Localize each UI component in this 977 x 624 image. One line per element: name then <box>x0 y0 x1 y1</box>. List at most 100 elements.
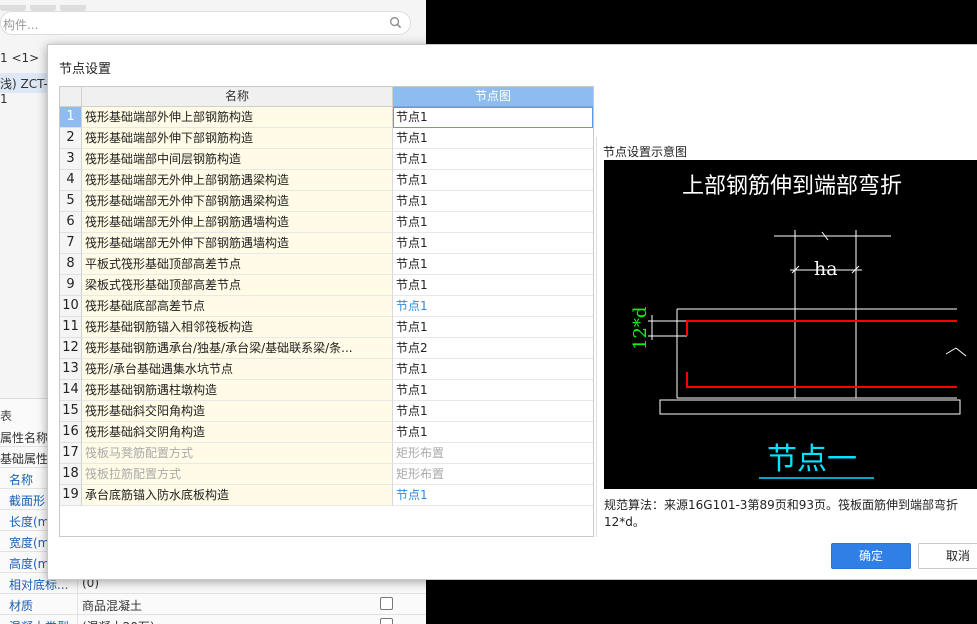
row-name-cell: 筏形基础斜交阳角构造 <box>82 401 393 422</box>
table-header: 名称 节点图 <box>60 87 593 107</box>
row-node-cell[interactable]: 节点1 <box>393 485 593 506</box>
row-name-cell: 筏形基础底部高差节点 <box>82 296 393 317</box>
row-name-cell: 筏形基础钢筋锚入相邻筏板构造 <box>82 317 393 338</box>
table-row[interactable]: 13 筏形/承台基础遇集水坑节点 节点1 <box>60 359 593 380</box>
row-node-cell[interactable]: 节点1 <box>393 275 593 296</box>
column-separator <box>77 615 78 624</box>
row-node-cell[interactable]: 矩形布置 <box>393 443 593 464</box>
table-row[interactable]: 18 筏板拉筋配置方式 矩形布置 <box>60 464 593 485</box>
row-number: 1 <box>60 107 82 128</box>
table-row[interactable]: 15 筏形基础斜交阳角构造 节点1 <box>60 401 593 422</box>
row-number: 7 <box>60 233 82 254</box>
row-number: 3 <box>60 149 82 170</box>
property-value[interactable]: 商品混凝土 <box>82 597 142 614</box>
table-row[interactable]: 8 平板式筏形基础顶部高差节点 节点1 <box>60 254 593 275</box>
table-row[interactable]: 6 筏形基础端部无外伸上部钢筋遇墙构造 节点1 <box>60 212 593 233</box>
row-node-cell[interactable]: 节点2 <box>393 338 593 359</box>
table-row[interactable]: 4 筏形基础端部无外伸上部钢筋遇梁构造 节点1 <box>60 170 593 191</box>
property-row[interactable]: 材质 商品混凝土 <box>0 594 426 615</box>
search-icon[interactable] <box>389 16 402 29</box>
table-row[interactable]: 5 筏形基础端部无外伸下部钢筋遇梁构造 节点1 <box>60 191 593 212</box>
row-node-cell[interactable]: 节点1 <box>393 380 593 401</box>
tree-item-component[interactable]: 浅) ZCT-1 <box>0 73 50 106</box>
table-row[interactable]: 7 筏形基础端部无外伸下部钢筋遇墙构造 节点1 <box>60 233 593 254</box>
table-row[interactable]: 2 筏形基础端部外伸下部钢筋构造 节点1 <box>60 128 593 149</box>
row-node-cell[interactable]: 节点1 <box>393 170 593 191</box>
row-name-cell: 筏形基础端部中间层钢筋构造 <box>82 149 393 170</box>
row-number: 9 <box>60 275 82 296</box>
table-row[interactable]: 14 筏形基础钢筋遇柱墩构造 节点1 <box>60 380 593 401</box>
row-node-cell[interactable]: 节点1 <box>393 254 593 275</box>
node-preview-diagram: 上部钢筋伸到端部弯折 ha 12*d 节点一 <box>604 160 977 489</box>
row-node-cell[interactable]: 节点1 <box>393 401 593 422</box>
table-body: 1 筏形基础端部外伸上部钢筋构造 节点1 2 筏形基础端部外伸下部钢筋构造 节点1 3 筏形基… <box>60 107 593 506</box>
property-value[interactable]: (混凝土20石) <box>82 618 155 624</box>
row-node-cell[interactable]: 节点1 <box>393 149 593 170</box>
property-panel-header: 表 <box>0 409 13 423</box>
toolbar-stubs <box>0 0 90 11</box>
table-row[interactable]: 16 筏形基础斜交阴角构造 节点1 <box>60 422 593 443</box>
row-name-cell: 筏形基础端部外伸下部钢筋构造 <box>82 128 393 149</box>
row-number: 15 <box>60 401 82 422</box>
dim-label-12d: 12*d <box>630 307 651 350</box>
node-settings-table: 名称 节点图 1 筏形基础端部外伸上部钢筋构造 节点1 2 筏形基础端部外伸下部钢筋构造… <box>59 86 594 537</box>
row-node-cell[interactable]: 节点1 <box>393 191 593 212</box>
cancel-button[interactable]: 取消 <box>918 543 977 569</box>
property-key: 宽度(m <box>9 536 50 550</box>
property-checkbox[interactable] <box>380 597 393 610</box>
rule-description: 规范算法：来源16G101-3第89页和93页。筏板面筋伸到端部弯折12*d。 <box>604 498 958 529</box>
panel-divider <box>596 137 597 537</box>
table-row[interactable]: 17 筏板马凳筋配置方式 矩形布置 <box>60 443 593 464</box>
row-node-cell[interactable]: 节点1 <box>393 212 593 233</box>
row-name-cell: 筏形基础端部无外伸下部钢筋遇墙构造 <box>82 233 393 254</box>
row-name-cell: 筏形基础钢筋遇承台/独基/承台梁/基础联系梁/条... <box>82 338 393 359</box>
ok-button[interactable]: 确定 <box>831 543 911 569</box>
row-node-cell[interactable]: 节点1 <box>393 317 593 338</box>
row-number: 18 <box>60 464 82 485</box>
row-node-cell[interactable]: 节点1 <box>393 233 593 254</box>
row-name-cell: 筏形基础端部无外伸上部钢筋遇梁构造 <box>82 170 393 191</box>
row-name-cell: 梁板式筏形基础顶部高差节点 <box>82 275 393 296</box>
row-node-cell[interactable]: 节点1 <box>393 359 593 380</box>
property-key: 材质 <box>9 599 34 613</box>
row-number: 11 <box>60 317 82 338</box>
row-name-cell: 平板式筏形基础顶部高差节点 <box>82 254 393 275</box>
property-key: 属性名称 <box>0 431 49 445</box>
table-row[interactable]: 1 筏形基础端部外伸上部钢筋构造 节点1 <box>60 107 593 128</box>
dialog-title: 节点设置 <box>59 62 112 77</box>
property-key: 基础属性 <box>0 452 49 466</box>
tree-item-floor[interactable]: 1 <1> <box>0 51 39 65</box>
table-row[interactable]: 11 筏形基础钢筋锚入相邻筏板构造 节点1 <box>60 317 593 338</box>
row-number: 13 <box>60 359 82 380</box>
property-key: 混凝土类型 <box>9 618 69 624</box>
table-row[interactable]: 3 筏形基础端部中间层钢筋构造 节点1 <box>60 149 593 170</box>
column-header-node: 节点图 <box>393 87 593 107</box>
table-row[interactable]: 19 承台底筋锚入防水底板构造 节点1 <box>60 485 593 506</box>
row-node-cell[interactable]: 节点1 <box>393 422 593 443</box>
row-node-cell[interactable]: 节点1 <box>393 128 593 149</box>
row-number: 10 <box>60 296 82 317</box>
dim-label-ha: ha <box>814 258 838 280</box>
row-node-cell[interactable]: 节点1 <box>393 107 593 128</box>
preview-label: 节点设置示意图 <box>603 145 688 159</box>
property-key: 截面形 <box>9 494 46 508</box>
table-row[interactable]: 9 梁板式筏形基础顶部高差节点 节点1 <box>60 275 593 296</box>
property-key: 高度(m <box>9 557 50 571</box>
column-header-name: 名称 <box>82 87 393 107</box>
row-number: 16 <box>60 422 82 443</box>
property-checkbox[interactable] <box>380 618 393 624</box>
row-name-cell: 承台底筋锚入防水底板构造 <box>82 485 393 506</box>
diagram-background <box>604 160 977 489</box>
row-name-cell: 筏形基础端部无外伸下部钢筋遇梁构造 <box>82 191 393 212</box>
property-row[interactable]: 混凝土类型 (混凝土20石) <box>0 615 426 624</box>
table-row[interactable]: 12 筏形基础钢筋遇承台/独基/承台梁/基础联系梁/条... 节点2 <box>60 338 593 359</box>
row-node-cell[interactable]: 节点1 <box>393 296 593 317</box>
table-row[interactable]: 10 筏形基础底部高差节点 节点1 <box>60 296 593 317</box>
row-name-cell: 筏形基础斜交阴角构造 <box>82 422 393 443</box>
row-name-cell: 筏形基础钢筋遇柱墩构造 <box>82 380 393 401</box>
row-node-cell[interactable]: 矩形布置 <box>393 464 593 485</box>
row-number: 8 <box>60 254 82 275</box>
diagram-caption: 节点一 <box>767 442 857 477</box>
component-search[interactable]: 构件... <box>0 11 411 35</box>
diagram-title: 上部钢筋伸到端部弯折 <box>682 174 902 199</box>
